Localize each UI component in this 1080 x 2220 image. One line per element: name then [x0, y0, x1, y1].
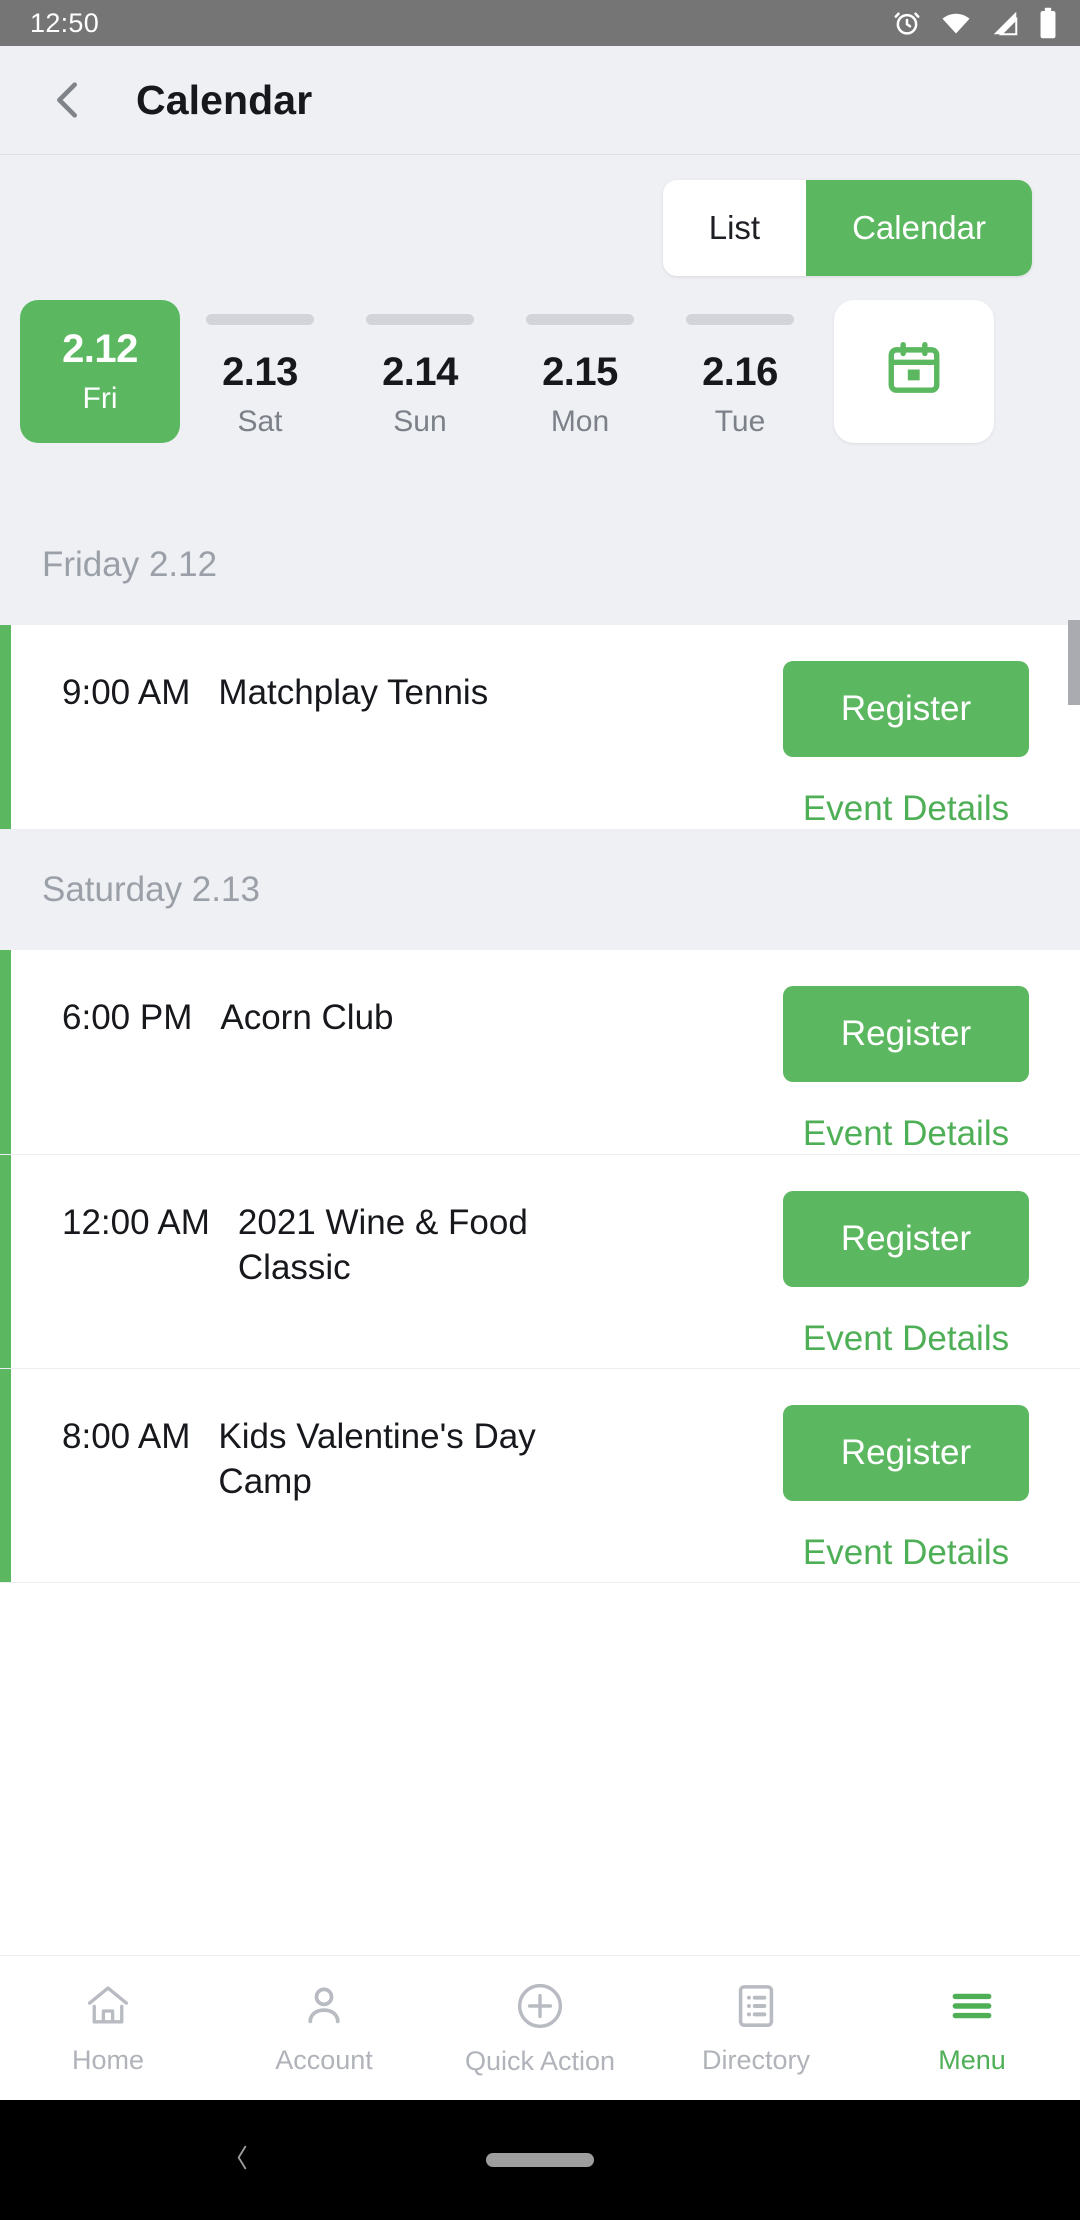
- nav-label: Account: [275, 2044, 373, 2075]
- calendar-picker-button[interactable]: [834, 300, 994, 443]
- nav-label: Home: [71, 2044, 145, 2075]
- android-back-icon[interactable]: [228, 2138, 256, 2183]
- back-button[interactable]: [20, 52, 116, 148]
- date-strip: 2.12 Fri 2.13 Sat 2.14 Sun 2.15 Mon 2.16…: [0, 300, 1080, 505]
- event-actions: Register Event Details: [780, 1155, 1080, 1368]
- nav-item-home[interactable]: Home: [0, 1956, 216, 2100]
- event-accent-stripe: [0, 1369, 11, 1582]
- nav-item-quick-action[interactable]: Quick Action: [432, 1956, 648, 2100]
- date-cell-2[interactable]: 2.14 Sun: [340, 300, 500, 439]
- register-button[interactable]: Register: [783, 1405, 1029, 1501]
- event-list-scroll[interactable]: Friday 2.12 9:00 AM Matchplay Tennis Reg…: [0, 505, 1080, 1955]
- status-bar-clock: 12:50: [30, 7, 100, 38]
- vertical-scrollbar[interactable]: [1068, 620, 1080, 705]
- event-body: 12:00 AM 2021 Wine & Food Classic: [0, 1155, 780, 1368]
- event-row[interactable]: 6:00 PM Acorn Club Register Event Detail…: [0, 950, 1080, 1155]
- event-time: 8:00 AM: [62, 1417, 191, 1456]
- app-header: Calendar: [0, 46, 1080, 155]
- wifi-icon: [940, 8, 972, 38]
- nav-item-menu[interactable]: Menu: [864, 1956, 1080, 2100]
- battery-icon: [1038, 7, 1058, 39]
- date-number: 2.12: [62, 327, 138, 371]
- day-section-header: Friday 2.12: [0, 505, 1080, 625]
- event-body: 9:00 AM Matchplay Tennis: [0, 625, 780, 829]
- date-cell-4[interactable]: 2.16 Tue: [660, 300, 820, 439]
- event-title: Kids Valentine's Day Camp: [218, 1417, 536, 1501]
- person-icon: [299, 1981, 349, 2031]
- event-row[interactable]: 9:00 AM Matchplay Tennis Register Event …: [0, 625, 1080, 830]
- event-accent-stripe: [0, 1155, 11, 1368]
- signal-icon: [990, 8, 1020, 38]
- event-details-link[interactable]: Event Details: [803, 1114, 1009, 1154]
- view-toggle-row: List Calendar: [0, 155, 1080, 300]
- event-row[interactable]: 12:00 AM 2021 Wine & Food Classic Regist…: [0, 1155, 1080, 1369]
- calendar-icon: [883, 338, 945, 405]
- status-bar: 12:50: [0, 0, 1080, 46]
- date-indicator-bar: [526, 314, 634, 325]
- event-time: 12:00 AM: [62, 1203, 210, 1242]
- plus-circle-icon: [514, 1980, 566, 2032]
- page-title: Calendar: [136, 76, 313, 123]
- date-weekday: Mon: [550, 405, 610, 438]
- date-weekday: Sat: [237, 405, 283, 438]
- event-body: 8:00 AM Kids Valentine's Day Camp: [0, 1369, 780, 1582]
- nav-label: Menu: [938, 2044, 1006, 2075]
- tab-list[interactable]: List: [662, 179, 807, 276]
- day-section-header: Saturday 2.13: [0, 830, 1080, 950]
- date-cell-3[interactable]: 2.15 Mon: [500, 300, 660, 439]
- event-accent-stripe: [0, 625, 11, 829]
- event-actions: Register Event Details: [780, 1369, 1080, 1582]
- alarm-icon: [892, 8, 922, 38]
- event-details-link[interactable]: Event Details: [803, 1533, 1009, 1573]
- status-bar-icons: [892, 7, 1058, 39]
- date-number: 2.15: [542, 350, 618, 394]
- event-row[interactable]: 8:00 AM Kids Valentine's Day Camp Regist…: [0, 1369, 1080, 1583]
- date-indicator-bar: [686, 314, 794, 325]
- event-details-link[interactable]: Event Details: [803, 1319, 1009, 1359]
- tab-calendar[interactable]: Calendar: [806, 179, 1032, 276]
- view-toggle: List Calendar: [662, 179, 1032, 276]
- event-actions: Register Event Details: [780, 625, 1080, 829]
- register-button[interactable]: Register: [783, 1191, 1029, 1287]
- chevron-left-icon: [45, 77, 91, 123]
- date-weekday: Sun: [393, 405, 447, 438]
- nav-item-account[interactable]: Account: [216, 1956, 432, 2100]
- bottom-navigation: Home Account Quick Action Directory Menu: [0, 1955, 1080, 2100]
- event-title: Acorn Club: [220, 998, 394, 1037]
- date-indicator-bar: [366, 314, 474, 325]
- event-actions: Register Event Details: [780, 950, 1080, 1154]
- android-gesture-bar: [0, 2100, 1080, 2220]
- register-button[interactable]: Register: [783, 661, 1029, 757]
- android-home-pill[interactable]: [486, 2153, 594, 2167]
- date-cell-0[interactable]: 2.12 Fri: [20, 300, 180, 443]
- hamburger-icon: [947, 1981, 997, 2031]
- event-body: 6:00 PM Acorn Club: [0, 950, 780, 1154]
- date-number: 2.14: [382, 350, 458, 394]
- date-number: 2.13: [222, 350, 298, 394]
- event-accent-stripe: [0, 950, 11, 1154]
- date-number: 2.16: [702, 350, 778, 394]
- nav-label: Quick Action: [464, 2045, 616, 2076]
- date-indicator-bar: [206, 314, 314, 325]
- event-title: Matchplay Tennis: [218, 673, 489, 712]
- event-title: 2021 Wine & Food Classic: [237, 1203, 528, 1287]
- date-cell-1[interactable]: 2.13 Sat: [180, 300, 340, 439]
- event-details-link[interactable]: Event Details: [803, 789, 1009, 829]
- home-icon: [83, 1981, 133, 2031]
- nav-label: Directory: [701, 2044, 810, 2075]
- document-list-icon: [731, 1981, 781, 2031]
- register-button[interactable]: Register: [783, 986, 1029, 1082]
- event-time: 6:00 PM: [62, 998, 193, 1037]
- event-time: 9:00 AM: [62, 673, 191, 712]
- date-weekday: Tue: [714, 405, 766, 438]
- date-weekday: Fri: [82, 382, 118, 415]
- nav-item-directory[interactable]: Directory: [648, 1956, 864, 2100]
- app-screen: 12:50 Calendar List Calendar 2.12 Fri 2.…: [0, 0, 1080, 2220]
